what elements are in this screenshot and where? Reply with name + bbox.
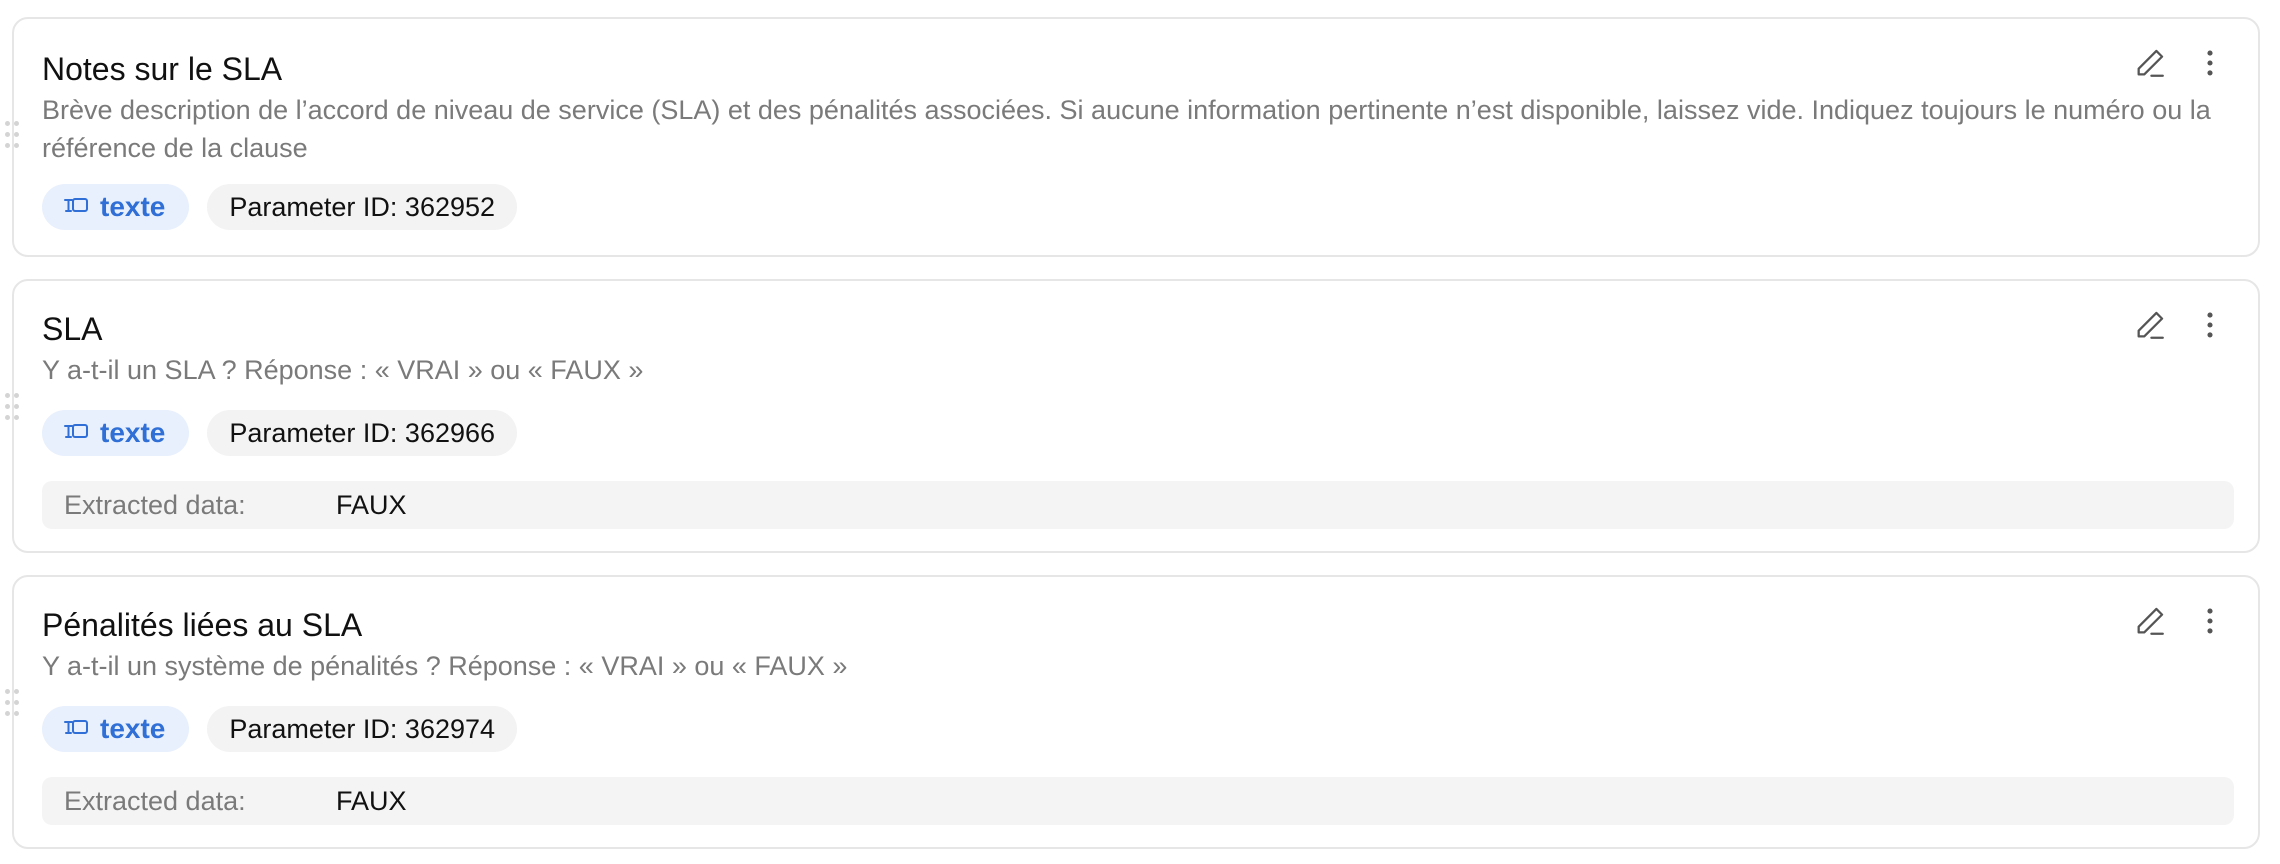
parameter-description: Y a-t-il un système de pénalités ? Répon… bbox=[42, 651, 848, 681]
type-badge: texte bbox=[42, 706, 190, 752]
extracted-data-label: Extracted data: bbox=[64, 489, 246, 520]
parameter-id-badge: Parameter ID: 362952 bbox=[207, 184, 518, 230]
pencil-icon[interactable] bbox=[2132, 307, 2168, 343]
type-label: texte bbox=[100, 191, 166, 222]
extracted-data-label: Extracted data: bbox=[64, 785, 246, 816]
extracted-data-value: FAUX bbox=[336, 785, 407, 816]
card-actions bbox=[2132, 603, 2228, 639]
text-type-icon bbox=[62, 417, 90, 449]
type-label: texte bbox=[100, 713, 166, 744]
parameter-tags: texte Parameter ID: 362966 bbox=[42, 410, 518, 456]
more-vertical-icon[interactable] bbox=[2192, 307, 2228, 343]
parameter-tags: texte Parameter ID: 362974 bbox=[42, 706, 518, 752]
parameter-card[interactable]: SLA Y a-t-il un SLA ? Réponse : « VRAI »… bbox=[5, 279, 2260, 553]
parameter-id-badge: Parameter ID: 362966 bbox=[207, 410, 518, 456]
card-actions bbox=[2132, 307, 2228, 343]
parameter-title: SLA bbox=[42, 311, 103, 347]
drag-handle-icon[interactable] bbox=[5, 689, 19, 723]
drag-handle-icon[interactable] bbox=[5, 121, 19, 155]
pencil-icon[interactable] bbox=[2132, 603, 2168, 639]
more-vertical-icon[interactable] bbox=[2192, 45, 2228, 81]
parameter-id-badge: Parameter ID: 362974 bbox=[207, 706, 518, 752]
parameter-card[interactable]: Notes sur le SLA Brève description de l’… bbox=[5, 17, 2260, 257]
extracted-data-value: FAUX bbox=[336, 489, 407, 520]
text-type-icon bbox=[62, 713, 90, 745]
parameter-title: Pénalités liées au SLA bbox=[42, 607, 363, 643]
extracted-data-row: Extracted data: FAUX bbox=[42, 481, 2234, 529]
parameter-description: Y a-t-il un SLA ? Réponse : « VRAI » ou … bbox=[42, 355, 644, 385]
parameter-list: Notes sur le SLA Brève description de l’… bbox=[0, 0, 2280, 864]
parameter-description: Brève description de l’accord de niveau … bbox=[42, 95, 2211, 163]
more-vertical-icon[interactable] bbox=[2192, 603, 2228, 639]
pencil-icon[interactable] bbox=[2132, 45, 2168, 81]
type-badge: texte bbox=[42, 410, 190, 456]
type-badge: texte bbox=[42, 184, 190, 230]
parameter-card[interactable]: Pénalités liées au SLA Y a-t-il un systè… bbox=[5, 575, 2260, 849]
parameter-title: Notes sur le SLA bbox=[42, 51, 283, 87]
drag-handle-icon[interactable] bbox=[5, 393, 19, 427]
text-type-icon bbox=[62, 191, 90, 223]
type-label: texte bbox=[100, 417, 166, 448]
card-actions bbox=[2132, 45, 2228, 81]
extracted-data-row: Extracted data: FAUX bbox=[42, 777, 2234, 825]
parameter-tags: texte Parameter ID: 362952 bbox=[42, 184, 518, 230]
